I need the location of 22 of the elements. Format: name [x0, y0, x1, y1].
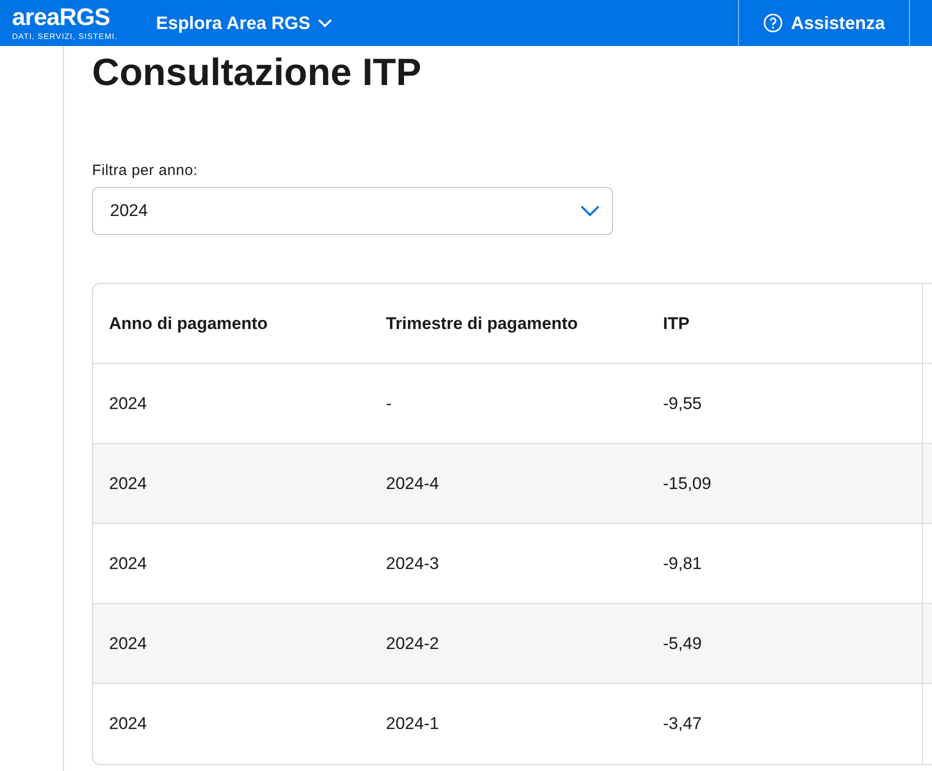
logo-tagline: DATI, SERVIZI, SISTEMI.	[12, 32, 119, 41]
logo[interactable]: areaRGS	[12, 5, 142, 31]
column-header: ITP	[647, 284, 923, 364]
filter-label: Filtra per anno:	[92, 162, 198, 179]
table-cell: 2024	[93, 604, 370, 684]
column-header: Anno di pagamento	[93, 284, 370, 364]
table-cell: -3,47	[647, 684, 923, 764]
nav-menu-link[interactable]: Esplora Area RGS	[156, 12, 332, 34]
table-cell: 2024	[93, 444, 370, 524]
chevron-down-icon	[318, 18, 332, 28]
table-cell: -15,09	[647, 444, 923, 524]
page-title: Consultazione ITP	[92, 51, 422, 96]
help-icon	[762, 13, 783, 33]
table-cell: 2024-4	[370, 444, 647, 524]
column-header: Trimestre di pagamento	[370, 284, 647, 364]
table-cell-text: 2024-1	[385, 713, 440, 735]
table-cell: 2024-2	[370, 604, 647, 684]
chevron-down-icon	[580, 205, 600, 217]
table-cell-text: 2024	[108, 713, 148, 735]
help-link[interactable]: Assistenza	[762, 12, 885, 34]
table-cell: -5,49	[647, 604, 923, 684]
year-select[interactable]: 2024	[92, 187, 613, 235]
